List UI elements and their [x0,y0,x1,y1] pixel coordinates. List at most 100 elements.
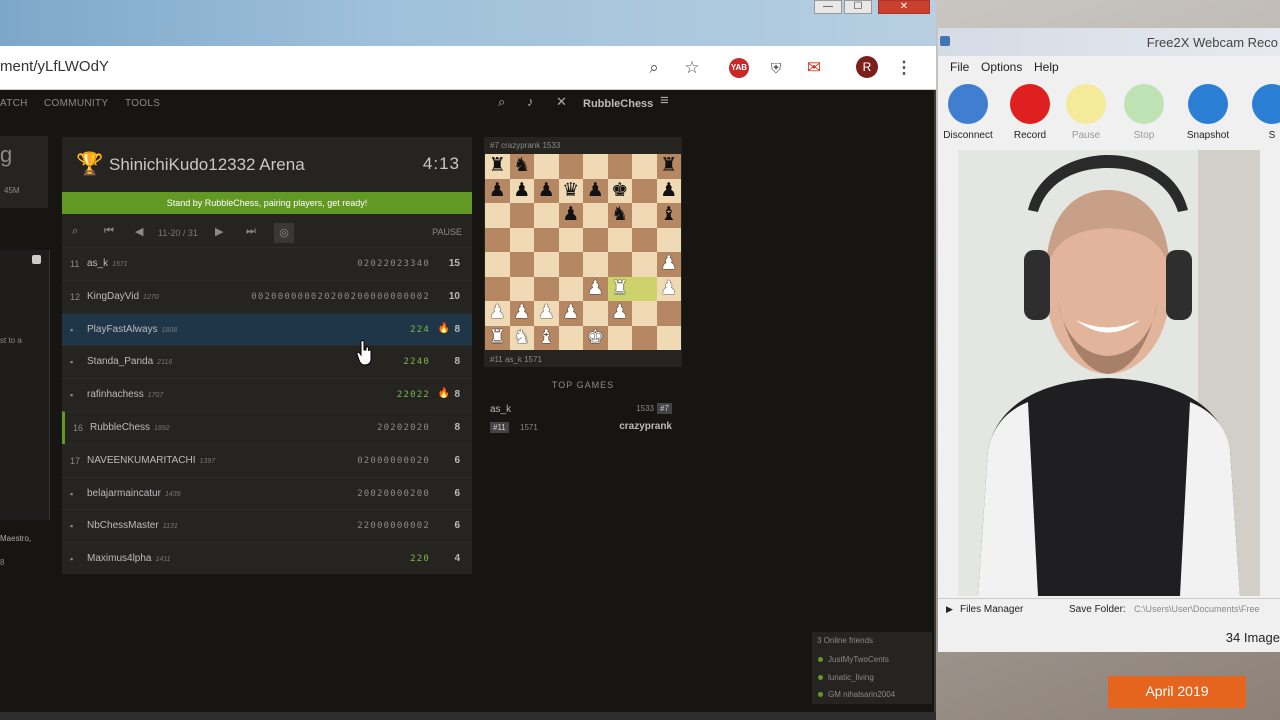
chess-piece-icon[interactable]: ♟ [558,203,583,228]
browser-menu-icon[interactable]: ⋮ [892,56,916,80]
board-square[interactable] [583,252,608,277]
board-square[interactable] [632,252,657,277]
standings-row[interactable]: ▪ rafinhachess 1707 22022 🔥 8 [62,378,472,411]
side-checkbox[interactable] [32,255,41,264]
board-square[interactable] [656,301,681,326]
chess-piece-icon[interactable]: ♟ [509,301,534,326]
ublock-extension-icon[interactable]: ⛨ [764,56,788,80]
chess-piece-icon[interactable]: ♟ [583,178,608,203]
maximize-button[interactable]: ☐ [844,0,872,14]
menu-help[interactable]: Help [1034,60,1059,74]
chess-piece-icon[interactable]: ♟ [656,178,681,203]
menu-file[interactable]: File [950,60,969,74]
chess-board[interactable]: ♜ ♞ ♜ ♟ ♟ ♟ ♛ ♟ ♚ ♟ ♟ ♞ ♝ ♟ ♟ ♜ ♟ ♟ ♟ ♟ ♟ ♟ ♜ ♞ ♝ ♚ [485,154,681,350]
board-square[interactable] [558,252,583,277]
nav-watch-link[interactable]: ATCH [0,98,28,109]
board-square[interactable] [509,203,534,228]
board-square[interactable] [583,154,608,179]
pause-button[interactable]: PAUSE [432,227,462,237]
tool-snapshot-button[interactable]: Snapshot [1178,84,1238,141]
url-text[interactable]: ment/yLfLWOdY [0,58,109,75]
nav-community-link[interactable]: COMMUNITY [44,98,108,109]
standings-row[interactable]: 16 RubbleChess 1892 20202020 8 [62,410,472,444]
board-square[interactable] [607,154,632,179]
expand-arrow-icon[interactable]: ▶ [946,604,953,615]
board-square[interactable] [632,203,657,228]
standings-row[interactable]: ▪ belajarmaincatur 1439 20020000200 6 [62,476,472,510]
next-page-icon[interactable]: ▶ [215,225,223,238]
previous-page-icon[interactable]: ◀ [135,225,143,238]
board-square[interactable] [509,252,534,277]
bookmark-star-icon[interactable]: ☆ [680,56,704,80]
board-square[interactable] [509,227,534,252]
board-square[interactable] [632,178,657,203]
address-bar[interactable]: ment/yLfLWOdY ⌕ ☆ YAB ⛨ ✉ ⋮ [0,46,936,90]
tool-disconnect-button[interactable]: Disconnect [938,84,998,141]
board-square[interactable] [534,154,559,179]
chess-piece-icon[interactable]: ♛ [558,178,583,203]
board-square[interactable] [558,154,583,179]
chess-piece-icon[interactable]: ♟ [534,301,559,326]
chess-piece-icon[interactable]: ♟ [509,178,534,203]
player-name[interactable]: Maximus4lpha 1411 [87,553,171,564]
board-square[interactable] [656,325,681,350]
megaphone-extension-icon[interactable]: ✉ [802,56,826,80]
standings-row[interactable]: ▪ Maximus4lpha 1411 220 4 [62,542,472,575]
player-name[interactable]: NbChessMaster 1131 [87,520,178,531]
standings-row[interactable]: 11 as_k 1571 02022023340 15 [62,247,472,280]
standings-row[interactable]: ▪ PlayFastAlways 1808 224 🔥 8 [62,312,472,346]
chess-piece-icon[interactable]: ♜ [656,154,681,179]
hamburger-menu-icon[interactable]: ≡ [660,92,669,109]
chess-piece-icon[interactable]: ♟ [656,252,681,277]
standings-row[interactable]: 12 KingDayVid 1270 002000000020200200000000… [62,279,472,313]
tool-record-button[interactable]: Record [1000,84,1060,141]
chess-piece-icon[interactable]: ♞ [607,203,632,228]
first-page-icon[interactable]: ⏮ [104,225,114,238]
top-game-card[interactable]: as_k 1533 #7 #11 1571 crazyprank [484,396,682,440]
player-name[interactable]: as_k 1571 [87,258,128,269]
board-square[interactable] [485,276,510,301]
player-name[interactable]: belajarmaincatur 1439 [87,488,181,499]
featured-game[interactable]: #7 crazyprank 1533 ♜ ♞ ♜ ♟ ♟ ♟ ♛ ♟ ♚ ♟ ♟ ♞ ♝ ♟ ♟ ♜ ♟ ♟ ♟ ♟ ♟… [484,137,682,367]
player-name[interactable]: KingDayVid 1270 [87,291,159,302]
player-name[interactable]: PlayFastAlways 1808 [87,324,177,335]
chess-piece-icon[interactable]: ♜ [485,325,510,350]
minimize-button[interactable]: — [814,0,842,14]
friend-item[interactable]: lunatic_living [818,673,874,682]
tool-s-button[interactable]: S [1242,84,1280,141]
chess-piece-icon[interactable]: ♟ [607,301,632,326]
player-name[interactable]: RubbleChess 1892 [90,422,170,433]
board-square[interactable] [485,203,510,228]
chess-piece-icon[interactable]: ♟ [534,178,559,203]
tool-stop-button[interactable]: Stop [1114,84,1174,141]
last-page-icon[interactable]: ⏭ [246,225,256,238]
yab-extension-icon[interactable]: YAB [729,58,749,78]
board-square[interactable] [558,325,583,350]
chess-piece-icon[interactable]: ♞ [509,325,534,350]
chess-piece-icon[interactable]: ♜ [607,276,632,301]
friend-item[interactable]: JustMyTwoCents [818,655,889,664]
chess-piece-icon[interactable]: ♟ [656,276,681,301]
standings-row[interactable]: ▪ NbChessMaster 1131 22000000002 6 [62,509,472,542]
board-square[interactable] [534,252,559,277]
board-square[interactable] [632,276,657,301]
online-friends-box[interactable]: 3 Online friends JustMyTwoCents lunatic_… [812,632,932,704]
board-square[interactable] [509,276,534,301]
profile-avatar[interactable]: R [856,56,878,78]
chess-piece-icon[interactable]: ♟ [485,301,510,326]
player-name[interactable]: Standa_Panda 2116 [87,356,172,367]
chess-piece-icon[interactable]: ♟ [485,178,510,203]
nav-tools-link[interactable]: TOOLS [125,98,160,109]
chess-piece-icon[interactable]: ♟ [558,301,583,326]
challenge-swords-icon[interactable]: ✕ [556,94,567,110]
board-square[interactable] [583,203,608,228]
board-square[interactable] [534,227,559,252]
standings-row[interactable]: 17 NAVEENKUMARITACHI 1397 02000000020 6 [62,443,472,477]
site-search-icon[interactable]: ⌕ [498,94,505,110]
tool-pause-button[interactable]: Pause [1056,84,1116,141]
search-player-icon[interactable]: ⌕ [72,225,78,238]
board-square[interactable] [607,325,632,350]
my-position-icon[interactable]: ◎ [274,223,294,243]
board-square[interactable] [656,227,681,252]
board-square[interactable] [534,276,559,301]
